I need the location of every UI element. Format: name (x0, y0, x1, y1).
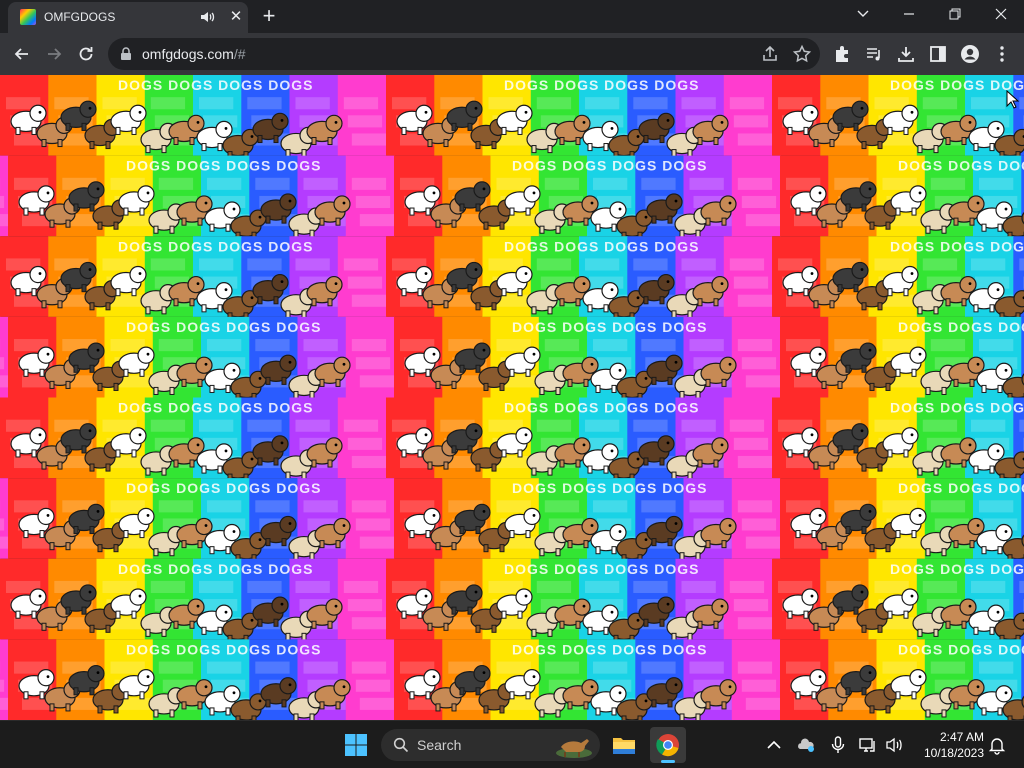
dogs-tile-instance (7, 477, 396, 563)
chevron-down-icon (857, 10, 869, 17)
dogs-tile-instance (0, 558, 388, 644)
tab-title: OMFGDOGS (44, 10, 116, 24)
dogs-tile-instance (779, 477, 1024, 563)
bookmark-star-icon[interactable] (792, 44, 812, 64)
close-icon (995, 8, 1007, 20)
forward-icon[interactable] (44, 44, 64, 64)
dogs-tile-instance (0, 638, 10, 720)
restore-button[interactable] (932, 0, 978, 30)
search-icon (393, 737, 409, 753)
taskbar-search-box[interactable]: Search (381, 729, 600, 761)
media-control-icon[interactable] (864, 44, 884, 64)
dogs-tile-instance (771, 558, 1024, 644)
extensions-icon[interactable] (832, 44, 852, 64)
mouse-cursor-icon (1006, 90, 1020, 109)
profile-avatar-icon[interactable] (960, 44, 980, 64)
network-icon[interactable] (858, 735, 878, 755)
back-icon[interactable] (12, 44, 32, 64)
dogs-tile-instance (0, 75, 388, 160)
tab-search-button[interactable] (840, 0, 886, 30)
dogs-tile-instance (0, 155, 10, 240)
dogs-tile-instance (771, 235, 1024, 321)
clock-date: 10/18/2023 (923, 746, 984, 760)
url-host: omfgdogs.com (142, 46, 234, 62)
dogs-tile-instance (0, 477, 10, 563)
search-highlight-icon (556, 739, 592, 758)
url-text: omfgdogs.com/# (142, 46, 246, 62)
webpage-content[interactable]: DOGS DOGS DOGS DOGS (0, 75, 1024, 720)
onedrive-icon[interactable] (796, 735, 816, 755)
dogs-tile-instance (385, 558, 774, 644)
restore-icon (949, 8, 961, 20)
dogs-tile-instance (771, 396, 1024, 482)
dogs-tile-instance (393, 477, 782, 563)
dogs-tile-instance (393, 638, 782, 720)
rainbow-dogs-animation: DOGS DOGS DOGS DOGS (0, 75, 1024, 720)
search-placeholder: Search (417, 737, 462, 753)
dogs-tile-instance (385, 235, 774, 321)
dogs-tile-instance (779, 316, 1024, 402)
dogs-tile-instance (7, 316, 396, 402)
dogs-tile-instance (771, 75, 1024, 160)
dogs-tile-instance (393, 155, 782, 240)
address-bar[interactable]: omfgdogs.com/# (108, 38, 820, 70)
dogs-tile-instance (385, 75, 774, 160)
volume-icon[interactable] (884, 735, 904, 755)
windows-taskbar: Search 2:47 AM 10/18/2023 (0, 720, 1024, 768)
more-menu-icon[interactable] (992, 44, 1012, 64)
chrome-icon (656, 734, 679, 757)
dogs-tile-instance (779, 155, 1024, 240)
browser-toolbar: omfgdogs.com/# (0, 33, 1024, 75)
microphone-icon[interactable] (828, 735, 848, 755)
dogs-tile-instance (7, 155, 396, 240)
dogs-tile-instance (0, 396, 388, 482)
chevron-up-icon[interactable] (764, 735, 784, 755)
side-panel-icon[interactable] (928, 44, 948, 64)
lock-icon[interactable] (120, 47, 132, 61)
dogs-tile-instance (0, 235, 388, 321)
clock-time: 2:47 AM (939, 730, 984, 744)
dogs-tile-instance (0, 316, 10, 402)
site-favicon-icon (20, 9, 36, 25)
minimize-icon (904, 13, 914, 15)
file-explorer-icon[interactable] (606, 727, 642, 763)
tab-strip: OMFGDOGS ✕ + (0, 0, 1024, 33)
share-icon[interactable] (760, 44, 780, 64)
dogs-tile-instance (7, 638, 396, 720)
url-path: /# (233, 46, 246, 62)
speaker-icon[interactable] (199, 9, 215, 25)
chrome-taskbar-button[interactable] (650, 727, 686, 763)
windows-start-icon[interactable] (338, 727, 374, 763)
minimize-button[interactable] (886, 0, 932, 30)
active-app-indicator (661, 760, 675, 763)
system-clock[interactable]: 2:47 AM 10/18/2023 (914, 729, 984, 761)
browser-tab[interactable]: OMFGDOGS ✕ (8, 2, 248, 33)
dogs-tile-instance (385, 396, 774, 482)
download-icon[interactable] (896, 44, 916, 64)
notification-bell-icon[interactable] (987, 735, 1007, 755)
dogs-tile-instance (779, 638, 1024, 720)
dogs-tile-instance (393, 316, 782, 402)
tab-close-button[interactable]: ✕ (227, 8, 245, 26)
new-tab-button[interactable]: + (258, 5, 280, 27)
reload-icon[interactable] (76, 44, 96, 64)
close-window-button[interactable] (978, 0, 1024, 30)
